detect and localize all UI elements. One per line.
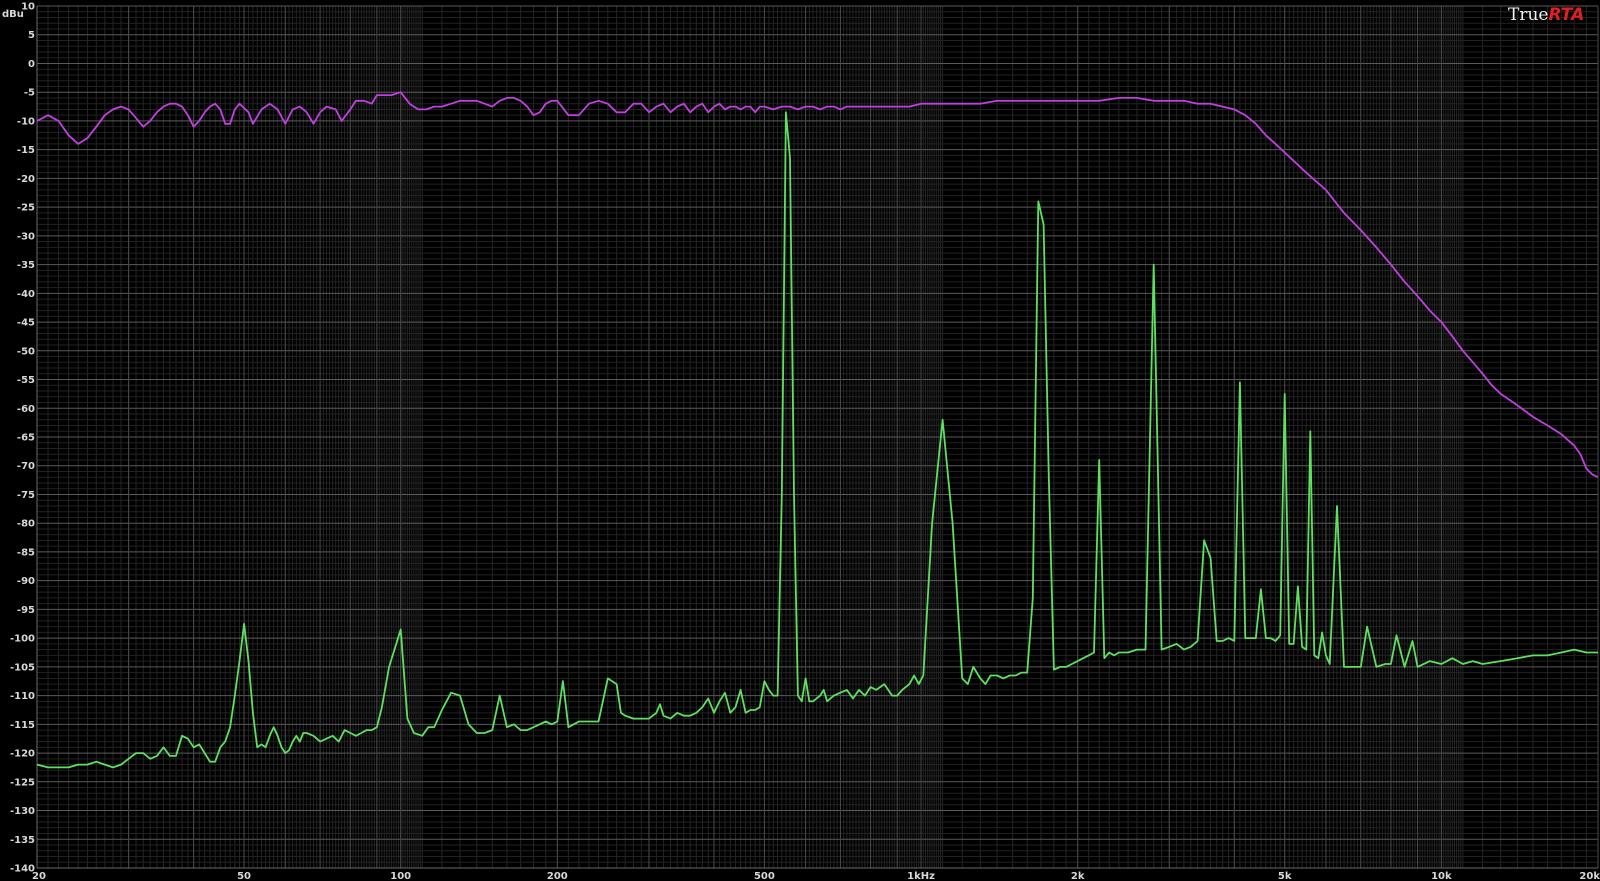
y-tick-label: -10 (17, 116, 35, 127)
y-tick-label: -35 (17, 260, 35, 271)
truerta-logo: TrueRTA (1508, 5, 1584, 25)
y-tick-label: -65 (17, 433, 35, 444)
rta-spectrum-chart: 1050-5-10-15-20-25-30-35-40-45-50-55-60-… (2, 2, 1600, 881)
x-tick-label: 200 (547, 871, 568, 881)
y-axis-labels: 1050-5-10-15-20-25-30-35-40-45-50-55-60-… (10, 2, 35, 875)
logo-part-true: True (1508, 5, 1548, 25)
y-tick-label: -100 (10, 634, 35, 645)
y-tick-label: -80 (17, 519, 35, 530)
y-tick-label: -50 (17, 346, 35, 357)
x-axis-labels: 20 50 100 200 500 1kHz 2k 5k 10k 20k (32, 871, 1600, 881)
y-tick-label: -5 (24, 88, 35, 99)
y-tick-label: -135 (10, 835, 35, 846)
x-tick-label: 100 (390, 871, 411, 881)
y-tick-label: -45 (17, 318, 35, 329)
y-tick-label: -60 (17, 404, 35, 415)
x-tick-label: 20k (1579, 871, 1600, 881)
y-tick-label: -95 (17, 605, 35, 616)
x-tick-label: 2k (1071, 871, 1085, 881)
y-tick-label: -90 (17, 576, 35, 587)
logo-part-rta: RTA (1548, 5, 1584, 25)
y-tick-label: -85 (17, 547, 35, 558)
y-tick-label: -125 (10, 777, 35, 788)
y-tick-label: 0 (28, 59, 35, 70)
y-tick-label: -15 (17, 145, 35, 156)
y-axis-unit: dBu (2, 9, 24, 20)
x-tick-label: 1kHz (907, 871, 935, 881)
y-tick-label: -25 (17, 203, 35, 214)
y-tick-label: -70 (17, 461, 35, 472)
y-tick-label: 5 (28, 30, 35, 41)
y-tick-label: -120 (10, 749, 35, 760)
y-tick-label: -110 (10, 691, 35, 702)
x-tick-label: 10k (1431, 871, 1452, 881)
y-tick-label: -75 (17, 490, 35, 501)
y-tick-label: -130 (10, 806, 35, 817)
y-tick-label: -40 (17, 289, 35, 300)
x-tick-label: 500 (754, 871, 775, 881)
y-tick-label: -20 (17, 174, 35, 185)
x-tick-label: 20 (32, 871, 46, 881)
y-tick-label: -115 (10, 720, 35, 731)
x-tick-label: 50 (237, 871, 251, 881)
y-tick-label: -105 (10, 662, 35, 673)
x-tick-label: 5k (1278, 871, 1292, 881)
y-tick-label: -30 (17, 231, 35, 242)
y-tick-label: -55 (17, 375, 35, 386)
